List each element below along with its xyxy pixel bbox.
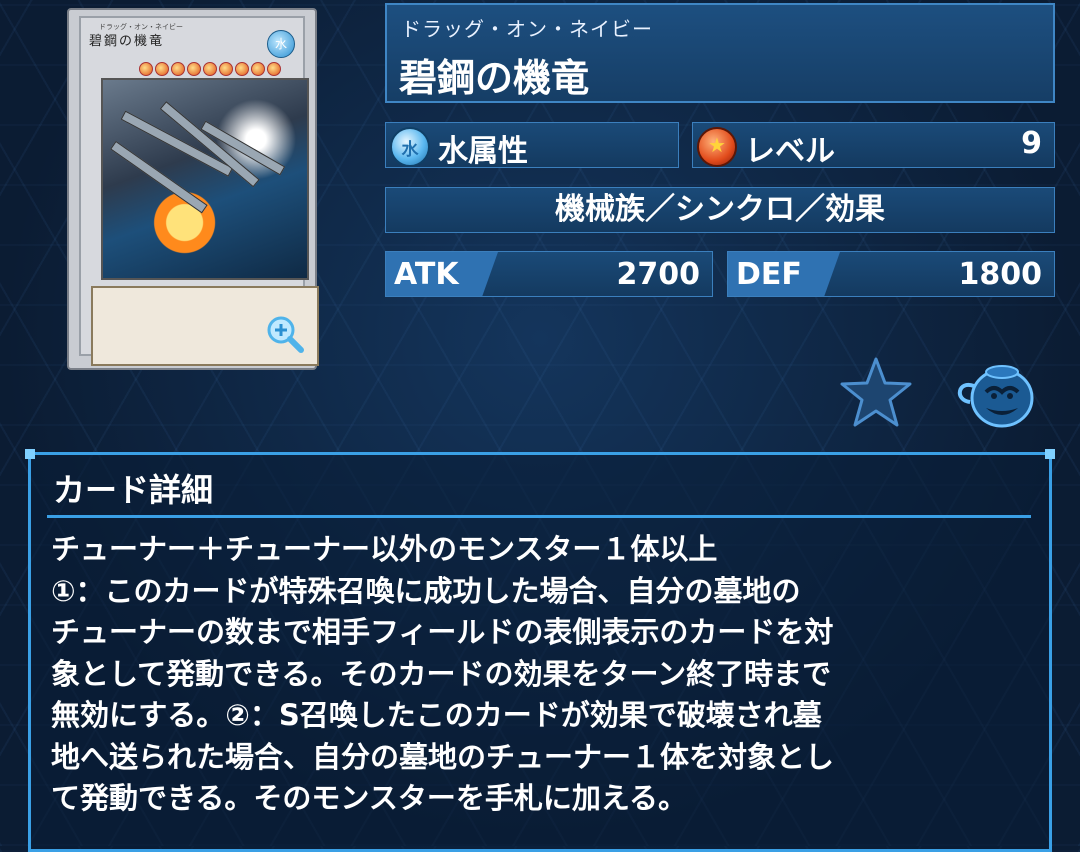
effect-line: て発動できる。そのモンスターを手札に加える。: [51, 781, 687, 815]
effect-line: 象として発動できる。そのカードの効果をターン終了時まで: [51, 656, 832, 691]
water-attribute-icon: 水: [390, 127, 430, 167]
def-label: DEF: [728, 252, 840, 296]
card-name-header: ドラッグ・オン・ネイビー 碧鋼の機竜: [385, 3, 1055, 103]
effect-line: 無効にする。②：S召喚したこのカードが効果で破壊され墓: [51, 698, 822, 732]
effect-line: チューナーの数まで相手フィールドの表側表示のカードを対: [51, 615, 834, 649]
detail-divider: [47, 515, 1031, 518]
atk-value: 2700: [616, 257, 701, 292]
star-icon[interactable]: [838, 355, 914, 431]
card-image-level-stars: [139, 62, 281, 76]
card-name: 碧鋼の機竜: [399, 56, 590, 100]
monster-type-line: 機械族／シンクロ／効果: [385, 187, 1055, 233]
card-artwork: [101, 78, 309, 280]
card-image-attribute-icon: 水: [267, 30, 295, 58]
pot-of-greed-icon[interactable]: [950, 356, 1036, 430]
def-box: DEF 1800: [727, 251, 1055, 297]
def-value: 1800: [958, 257, 1043, 292]
detail-title: カード詳細: [53, 471, 214, 509]
effect-line: 地へ送られた場合、自分の墓地のチューナー１体を対象とし: [51, 739, 835, 774]
level-value: 9: [1021, 126, 1042, 161]
card-image[interactable]: ドラッグ・オン・ネイビー 碧鋼の機竜 水: [67, 8, 319, 370]
card-image-face: ドラッグ・オン・ネイビー 碧鋼の機竜 水: [79, 16, 319, 366]
card-image-textbox: [91, 286, 319, 366]
magnifier-plus-icon[interactable]: [265, 314, 305, 354]
attribute-label: 水属性: [438, 134, 528, 169]
card-effect-text: チューナー＋チューナー以外のモンスター１体以上 ①：このカードが特殊召喚に成功し…: [51, 529, 1041, 820]
level-box: ★ レベル 9: [692, 122, 1055, 169]
atk-label: ATK: [386, 252, 498, 296]
attribute-box: 水 水属性: [385, 122, 679, 169]
atk-box: ATK 2700: [385, 251, 713, 297]
card-name-ruby: ドラッグ・オン・ネイビー: [401, 17, 653, 41]
effect-line: チューナー＋チューナー以外のモンスター１体以上: [51, 532, 718, 566]
level-star-icon: ★: [697, 127, 737, 167]
effect-line: ①：このカードが特殊召喚に成功した場合、自分の墓地の: [51, 573, 801, 608]
card-detail-panel: カード詳細 チューナー＋チューナー以外のモンスター１体以上 ①：このカードが特殊…: [25, 449, 1055, 852]
level-label: レベル: [745, 134, 835, 169]
card-image-name: 碧鋼の機竜: [89, 34, 165, 49]
